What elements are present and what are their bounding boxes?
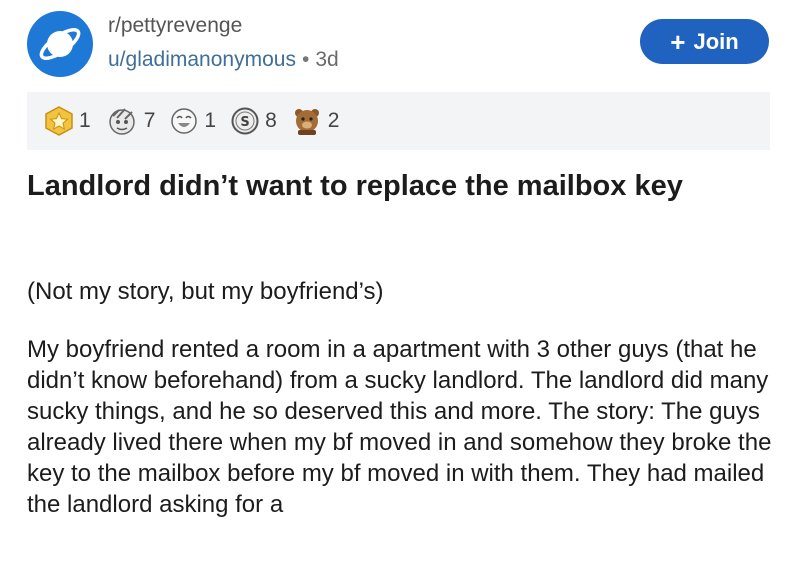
post-paragraph: My boyfriend rented a room in a apartmen… <box>27 336 772 518</box>
meta-separator: • <box>301 48 310 71</box>
post-age: 3d <box>315 48 339 71</box>
post-intro: (Not my story, but my boyfriend’s) <box>27 278 384 305</box>
post-title[interactable]: Landlord didn’t want to replace the mail… <box>27 167 772 205</box>
join-label: Join <box>693 28 739 54</box>
award-count: 1 <box>204 109 217 132</box>
bear-award-icon <box>294 109 319 135</box>
award-item[interactable]: S 8 <box>230 106 277 136</box>
award-item[interactable]: 7 <box>105 106 156 136</box>
post-body: (Not my story, but my boyfriend’s) My bo… <box>27 276 777 520</box>
planet-icon <box>39 28 81 60</box>
post-meta: r/pettyrevenge u/gladimanonymous • 3d <box>108 12 339 74</box>
rofl-face-award-icon <box>171 108 198 134</box>
svg-text:S: S <box>240 115 249 130</box>
author-username[interactable]: u/gladimanonymous <box>108 48 296 71</box>
award-item[interactable]: 2 <box>291 106 340 136</box>
plus-icon: + <box>670 26 686 57</box>
author-line: u/gladimanonymous • 3d <box>108 46 339 74</box>
join-button[interactable]: + Join <box>640 19 769 64</box>
star-award-icon <box>45 106 73 136</box>
award-count: 2 <box>327 109 340 132</box>
subreddit-avatar[interactable] <box>27 11 93 77</box>
award-item[interactable]: 1 <box>44 106 91 136</box>
award-count: 8 <box>265 109 277 132</box>
eyeroll-face-award-icon <box>108 108 135 135</box>
subreddit-name[interactable]: r/pettyrevenge <box>108 12 339 40</box>
award-item[interactable]: 1 <box>169 106 216 136</box>
award-count: 1 <box>79 109 91 132</box>
silver-coin-award-icon: S <box>231 107 259 135</box>
awards-bar: 1 7 1 S 8 2 <box>27 92 770 150</box>
award-count: 7 <box>143 109 156 132</box>
